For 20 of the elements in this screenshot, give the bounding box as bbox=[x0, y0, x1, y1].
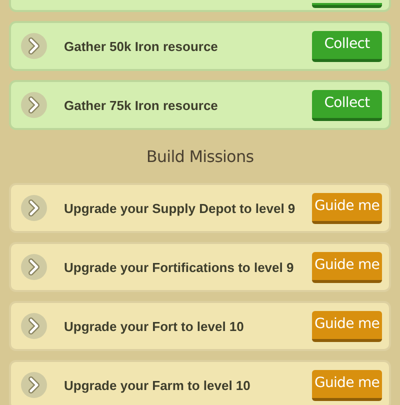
mission-text: Upgrade your Supply Depot to level 9 bbox=[64, 200, 296, 216]
section-heading: Build Missions bbox=[146, 146, 254, 168]
chevron-icon[interactable] bbox=[20, 253, 48, 281]
mission-text: Gather 50k Iron resource bbox=[64, 38, 219, 54]
chevron-icon[interactable] bbox=[20, 32, 48, 60]
mission-text: Upgrade your Farm to level 10 bbox=[64, 378, 252, 392]
collect-button[interactable] bbox=[312, 3, 382, 8]
chevron-icon[interactable] bbox=[20, 312, 48, 340]
mission-text: Upgrade your Fortifications to level 9 bbox=[64, 260, 295, 274]
guide-button[interactable]: Guide me bbox=[312, 192, 382, 224]
mission-text: Upgrade your Fort to level 10 bbox=[64, 318, 245, 334]
guide-button[interactable]: Guide me bbox=[312, 252, 382, 282]
collect-button[interactable]: Collect bbox=[312, 90, 382, 120]
guide-button[interactable]: Guide me bbox=[312, 370, 382, 400]
collect-button[interactable]: Collect bbox=[312, 30, 382, 62]
chevron-icon[interactable] bbox=[20, 194, 48, 222]
chevron-icon[interactable] bbox=[20, 91, 48, 119]
guide-button[interactable]: Guide me bbox=[312, 310, 382, 342]
chevron-icon[interactable] bbox=[20, 371, 48, 399]
mission-text: Gather 75k Iron resource bbox=[64, 98, 219, 112]
